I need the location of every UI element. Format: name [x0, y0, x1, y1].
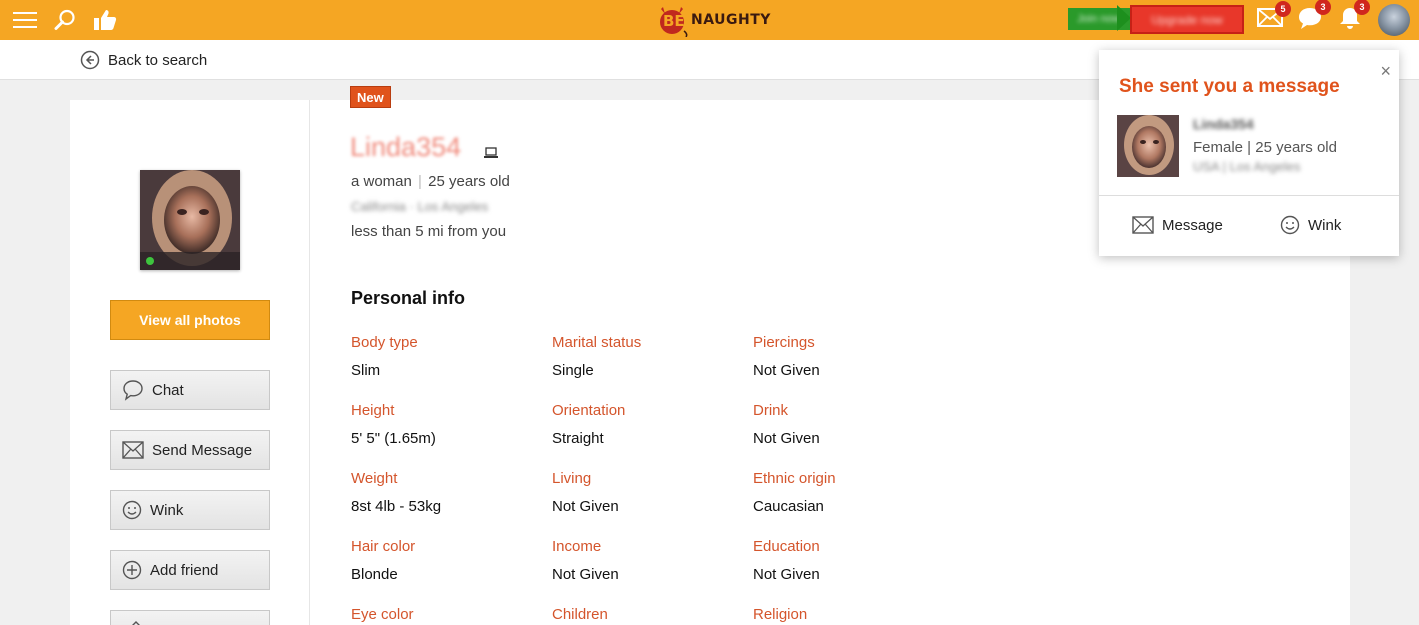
info-label-living: Living	[552, 470, 592, 487]
search-icon[interactable]	[52, 0, 78, 40]
chats-button[interactable]: 3	[1297, 0, 1331, 40]
gender-text: a woman	[351, 173, 412, 190]
info-value-orientation: Straight	[552, 430, 604, 447]
info-label-eye-color: Eye color	[351, 606, 414, 623]
info-label-weight: Weight	[351, 470, 398, 487]
popup-sender-location: USA | Los Angeles	[1193, 159, 1301, 174]
chats-count-badge: 3	[1315, 0, 1331, 15]
info-label-income: Income	[552, 538, 602, 555]
wink-label: Wink	[150, 501, 184, 519]
back-arrow-circle-icon	[80, 50, 100, 70]
info-label-children: Children	[552, 606, 608, 623]
messages-button[interactable]: 5	[1257, 0, 1291, 40]
back-to-search-link[interactable]: Back to search	[80, 40, 207, 80]
info-value-ethnic-origin: Caucasian	[753, 498, 824, 515]
envelope-icon	[1132, 216, 1154, 234]
chat-button[interactable]: Chat	[110, 370, 270, 410]
popup-divider	[1099, 195, 1399, 196]
popup-title: She sent you a message	[1119, 76, 1340, 97]
back-to-search-label: Back to search	[108, 51, 208, 69]
plus-circle-icon	[122, 560, 142, 580]
popup-message-label: Message	[1162, 216, 1223, 234]
smiley-icon	[1280, 215, 1300, 235]
info-value-drink: Not Given	[753, 430, 820, 447]
info-label-orientation: Orientation	[552, 402, 626, 419]
wink-button[interactable]: Wink	[110, 490, 270, 530]
popup-sender-info: Female | 25 years old	[1193, 139, 1337, 156]
green-arrow-icon	[1117, 5, 1131, 31]
info-value-piercings: Not Given	[753, 362, 820, 379]
add-friend-label: Add friend	[150, 561, 219, 579]
info-label-body-type: Body type	[351, 334, 418, 351]
notifications-button[interactable]: 3	[1337, 0, 1370, 40]
info-label-hair-color: Hair color	[351, 538, 416, 555]
notifications-count-badge: 3	[1354, 0, 1370, 15]
close-icon[interactable]: ×	[1380, 62, 1391, 80]
envelope-icon	[122, 441, 144, 459]
chat-bubble-icon	[123, 380, 143, 401]
popup-sender-name: Linda354	[1193, 116, 1254, 132]
info-label-height: Height	[351, 402, 395, 419]
popup-message-button[interactable]: Message	[1132, 210, 1223, 240]
upgrade-button[interactable]: Upgrade now	[1130, 5, 1244, 34]
info-value-marital-status: Single	[552, 362, 594, 379]
popup-sender-photo[interactable]	[1117, 115, 1179, 177]
info-label-drink: Drink	[753, 402, 789, 419]
gender-age-line: a woman | 25 years old	[351, 173, 510, 190]
message-notification-popup: × She sent you a message Linda354 Female…	[1099, 50, 1399, 256]
more-action-button[interactable]	[110, 610, 270, 625]
smiley-icon	[122, 500, 142, 520]
info-label-ethnic-origin: Ethnic origin	[753, 470, 836, 487]
messages-count-badge: 5	[1275, 1, 1291, 17]
info-label-piercings: Piercings	[753, 334, 815, 351]
info-label-education: Education	[753, 538, 820, 555]
info-value-income: Not Given	[552, 566, 619, 583]
logo-text: NAUGHTY	[691, 12, 771, 28]
hamburger-menu-icon[interactable]	[12, 0, 38, 40]
personal-info-title: Personal info	[351, 288, 466, 308]
distance-line: less than 5 mi from you	[351, 223, 507, 240]
profile-photo[interactable]	[140, 170, 240, 270]
laptop-icon	[483, 146, 499, 164]
info-value-height: 5' 5" (1.65m)	[351, 430, 436, 447]
thumbs-up-icon[interactable]	[91, 0, 119, 40]
profile-username: Linda354	[350, 132, 462, 162]
new-badge: New	[350, 86, 391, 108]
popup-wink-button[interactable]: Wink	[1280, 210, 1341, 240]
info-value-hair-color: Blonde	[351, 566, 398, 583]
age-text: 25 years old	[428, 173, 510, 190]
info-value-weight: 8st 4lb - 53kg	[351, 498, 442, 515]
upgrade-label: Upgrade now	[1151, 12, 1223, 27]
popup-wink-label: Wink	[1308, 216, 1342, 234]
info-label-religion: Religion	[753, 606, 808, 623]
info-value-living: Not Given	[552, 498, 619, 515]
profile-sidebar: View all photos Chat Send Message Wink A…	[70, 100, 310, 625]
join-now-label: Join now	[1077, 13, 1121, 25]
pencil-icon	[132, 621, 140, 625]
info-label-marital-status: Marital status	[552, 334, 642, 351]
view-all-photos-button[interactable]: View all photos	[110, 300, 270, 340]
add-friend-button[interactable]: Add friend	[110, 550, 270, 590]
info-value-body-type: Slim	[351, 362, 381, 379]
logo-mark-text: BE	[663, 12, 685, 30]
devil-mascot-icon: BE	[655, 3, 689, 38]
send-message-button[interactable]: Send Message	[110, 430, 270, 470]
chat-label: Chat	[152, 381, 184, 399]
site-logo[interactable]: BE NAUGHTY	[655, 0, 771, 40]
user-avatar[interactable]	[1378, 4, 1410, 36]
send-message-label: Send Message	[152, 441, 253, 459]
top-navigation-bar: BE NAUGHTY Join now Upgrade now 5 3 3	[0, 0, 1419, 40]
location-line: California · Los Angeles	[351, 199, 489, 214]
info-value-education: Not Given	[753, 566, 820, 583]
